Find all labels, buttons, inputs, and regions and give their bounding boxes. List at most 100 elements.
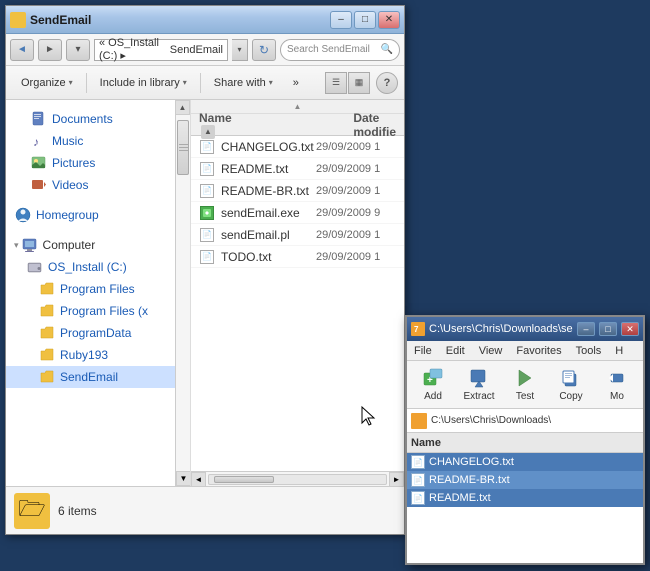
zip-window-icon: 7 <box>411 322 425 336</box>
grip-3 <box>179 150 188 151</box>
include-library-label: Include in library <box>100 77 180 89</box>
forward-button[interactable]: ► <box>38 39 62 61</box>
zip-menu-file[interactable]: File <box>411 345 435 357</box>
include-library-button[interactable]: Include in library ▾ <box>91 70 196 96</box>
address-path[interactable]: « OS_Install (C:) ▸ SendEmail <box>94 39 228 61</box>
name-column-header[interactable]: Name ▲ <box>199 111 353 139</box>
sidebar-item-music[interactable]: ♪ Music <box>6 130 175 152</box>
sidebar-item-videos[interactable]: Videos <box>6 174 175 196</box>
zip-more-icon <box>606 367 628 389</box>
scroll-down-arrow[interactable]: ▼ <box>176 471 191 486</box>
zip-menu-view[interactable]: View <box>476 345 506 357</box>
share-with-label: Share with <box>214 77 266 89</box>
program-files-icon <box>38 280 56 298</box>
file-item-readme[interactable]: 📄 README.txt 29/09/2009 1 <box>191 158 404 180</box>
zip-toolbar: + Add Extract Test Copy Mo <box>407 361 643 409</box>
breadcrumb-item: « OS_Install (C:) ▸ <box>99 37 170 62</box>
zip-copy-button[interactable]: Copy <box>549 364 593 406</box>
file-item-todo[interactable]: 📄 TODO.txt 29/09/2009 1 <box>191 246 404 268</box>
zip-extract-label: Extract <box>463 391 494 402</box>
refresh-button[interactable]: ↻ <box>252 39 276 61</box>
svg-text:7: 7 <box>414 325 419 334</box>
horiz-scroll-thumb[interactable] <box>214 476 274 483</box>
view-detail-button[interactable]: ☰ <box>325 72 347 94</box>
date-column-label: Date modifie <box>353 111 396 139</box>
scroll-thumb[interactable] <box>177 120 189 175</box>
zip-window-title: C:\Users\Chris\Downloads\sendEmai <box>429 323 573 335</box>
sidebar-item-homegroup[interactable]: Homegroup <box>6 204 175 226</box>
dropdown-button[interactable]: ▾ <box>66 39 90 61</box>
maximize-button[interactable]: □ <box>354 11 376 29</box>
file-item-changelog[interactable]: 📄 CHANGELOG.txt 29/09/2009 1 <box>191 136 404 158</box>
zip-menu-tools[interactable]: Tools <box>573 345 605 357</box>
zip-window: 7 C:\Users\Chris\Downloads\sendEmai – □ … <box>405 315 645 565</box>
zip-menu-help[interactable]: H <box>612 345 626 357</box>
sidebar-item-program-files-x[interactable]: Program Files (x <box>6 300 175 322</box>
horiz-scrollbar[interactable]: ◄ ► <box>191 471 404 486</box>
toolbar-separator-2 <box>200 73 201 93</box>
sidebar-scrollbar[interactable]: ▲ ▼ <box>175 100 190 486</box>
sidebar-item-pictures[interactable]: Pictures <box>6 152 175 174</box>
back-button[interactable]: ◄ <box>10 39 34 61</box>
zip-file-readme[interactable]: 📄 README.txt <box>407 489 643 507</box>
zip-maximize-button[interactable]: □ <box>599 322 617 336</box>
close-button[interactable]: ✕ <box>378 11 400 29</box>
program-files-x-icon <box>38 302 56 320</box>
txt-icon-2: 📄 <box>200 162 214 176</box>
sidebar-item-sendemail[interactable]: SendEmail <box>6 366 175 388</box>
view-tile-button[interactable]: ▦ <box>348 72 370 94</box>
file-item-sendemail-exe[interactable]: sendEmail.exe 29/09/2009 9 <box>191 202 404 224</box>
sidebar-item-program-files[interactable]: Program Files <box>6 278 175 300</box>
exe-date: 29/09/2009 9 <box>316 207 396 219</box>
sidebar-item-documents[interactable]: Documents <box>6 108 175 130</box>
view-buttons: ☰ ▦ <box>325 72 370 94</box>
pictures-icon <box>30 154 48 172</box>
zip-close-button[interactable]: ✕ <box>621 322 639 336</box>
scroll-track <box>176 115 190 471</box>
zip-extract-button[interactable]: Extract <box>457 364 501 406</box>
zip-minimize-button[interactable]: – <box>577 322 595 336</box>
zip-add-button[interactable]: + Add <box>411 364 455 406</box>
videos-icon <box>30 176 48 194</box>
zip-readme-br-icon: 📄 <box>411 473 425 487</box>
sidebar-item-computer[interactable]: ▾ Computer <box>6 234 175 256</box>
zip-test-button[interactable]: Test <box>503 364 547 406</box>
share-with-button[interactable]: Share with ▾ <box>205 70 282 96</box>
file-item-sendemail-pl[interactable]: 📄 sendEmail.pl 29/09/2009 1 <box>191 224 404 246</box>
svg-text:♪: ♪ <box>33 135 39 149</box>
pl-icon: 📄 <box>200 228 214 242</box>
zip-extract-icon <box>468 367 490 389</box>
help-button[interactable]: ? <box>376 72 398 94</box>
address-dropdown-icon[interactable]: ▾ <box>232 39 248 61</box>
horiz-scroll-right[interactable]: ► <box>389 472 404 487</box>
title-bar-controls: – □ ✕ <box>330 11 400 29</box>
program-files-x-label: Program Files (x <box>60 304 148 318</box>
sidebar-scroll-up[interactable]: ▲ <box>175 100 190 115</box>
toolbar: Organize ▾ Include in library ▾ Share wi… <box>6 66 404 100</box>
sidebar: ▲ Documents ♪ Music Pictures <box>6 100 191 486</box>
more-options-button[interactable]: » <box>284 70 308 96</box>
zip-file-readme-br[interactable]: 📄 README-BR.txt <box>407 471 643 489</box>
minimize-button[interactable]: – <box>330 11 352 29</box>
share-with-arrow-icon: ▾ <box>269 78 273 87</box>
readme-br-file-icon: 📄 <box>199 183 215 199</box>
zip-file-changelog[interactable]: 📄 CHANGELOG.txt <box>407 453 643 471</box>
toolbar-separator <box>86 73 87 93</box>
column-headers: Name ▲ Date modifie <box>191 114 404 136</box>
search-box[interactable]: Search SendEmail 🔍 <box>280 39 400 61</box>
pl-date: 29/09/2009 1 <box>316 229 396 241</box>
sidebar-item-os-install[interactable]: OS_Install (C:) <box>6 256 175 278</box>
horiz-scroll-left[interactable]: ◄ <box>191 472 206 487</box>
sidebar-item-programdata[interactable]: ProgramData <box>6 322 175 344</box>
file-item-readme-br[interactable]: 📄 README-BR.txt 29/09/2009 1 <box>191 180 404 202</box>
zip-addr-text: C:\Users\Chris\Downloads\ <box>431 415 551 426</box>
zip-menu-favorites[interactable]: Favorites <box>513 345 564 357</box>
date-column-header[interactable]: Date modifie <box>353 111 396 139</box>
zip-readme-icon: 📄 <box>411 491 425 505</box>
zip-more-button[interactable]: Mo <box>595 364 639 406</box>
zip-menu-bar: File Edit View Favorites Tools H <box>407 341 643 361</box>
organize-button[interactable]: Organize ▾ <box>12 70 82 96</box>
zip-menu-edit[interactable]: Edit <box>443 345 468 357</box>
zip-copy-label: Copy <box>559 391 582 402</box>
sidebar-item-ruby[interactable]: Ruby193 <box>6 344 175 366</box>
